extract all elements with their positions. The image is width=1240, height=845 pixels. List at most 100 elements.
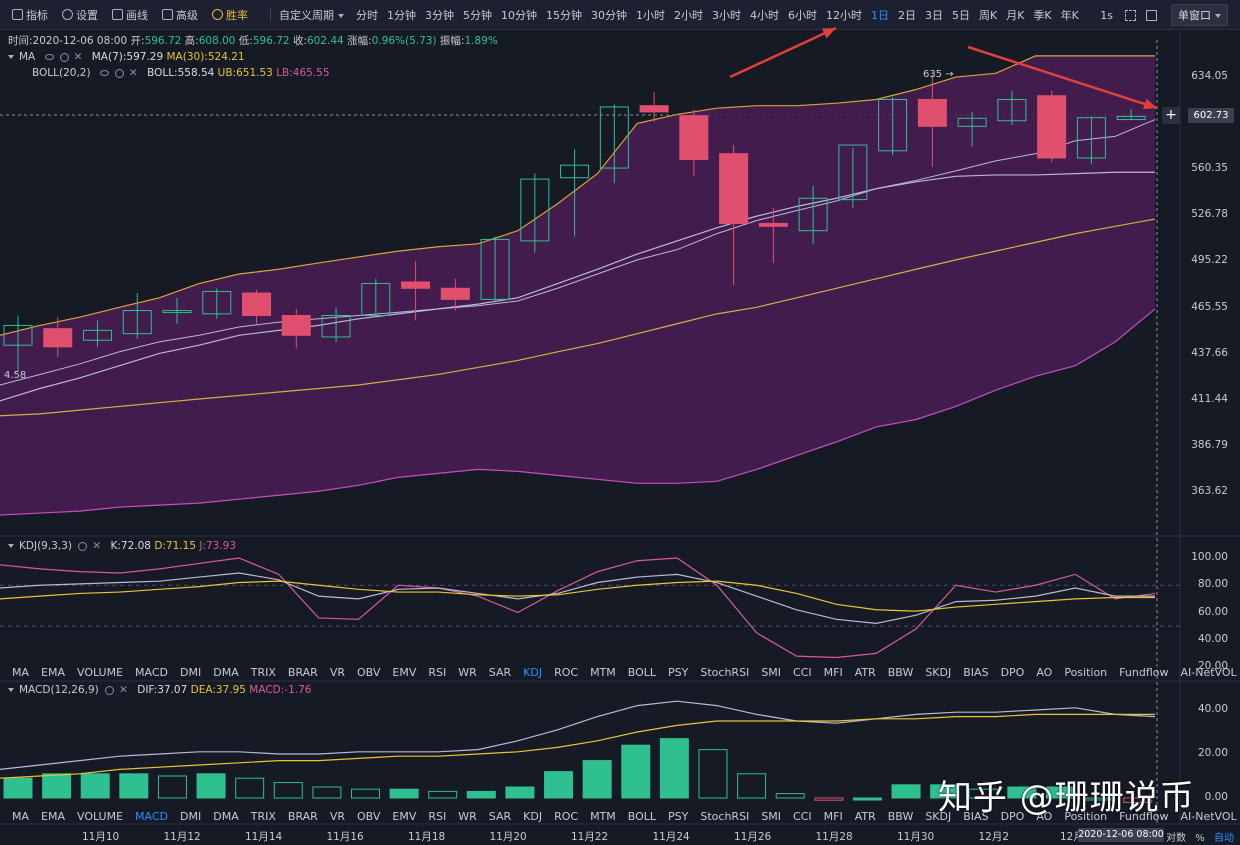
indicator-tab-kdj[interactable]: KDJ bbox=[523, 666, 542, 679]
indicator-tab-stochrsi[interactable]: StochRSI bbox=[700, 666, 749, 679]
add-alert-button[interactable]: + bbox=[1162, 107, 1180, 124]
close-icon[interactable]: ✕ bbox=[129, 67, 138, 79]
kdj-tick-label: 100.00 bbox=[1191, 551, 1228, 563]
indicator-tab-dma[interactable]: DMA bbox=[213, 810, 239, 823]
indicator-tab-macd[interactable]: MACD bbox=[135, 666, 168, 679]
indicator-tab-dpo[interactable]: DPO bbox=[1001, 666, 1025, 679]
percent-toggle[interactable]: % bbox=[1195, 833, 1205, 844]
candle-body bbox=[361, 283, 391, 317]
indicator-tab-wr[interactable]: WR bbox=[458, 810, 477, 823]
indicator-tab-sar[interactable]: SAR bbox=[489, 666, 511, 679]
gear-icon[interactable] bbox=[114, 68, 124, 78]
indicator-tab-vr[interactable]: VR bbox=[330, 666, 345, 679]
indicator-tab-smi[interactable]: SMI bbox=[761, 666, 781, 679]
date-tick-label: 11月16 bbox=[326, 831, 364, 843]
indicator-tab-obv[interactable]: OBV bbox=[357, 666, 380, 679]
indicator-tab-ma[interactable]: MA bbox=[12, 666, 29, 679]
candle-body bbox=[878, 98, 908, 152]
indicator-tab-volume[interactable]: VOLUME bbox=[77, 666, 123, 679]
indicator-tab-atr[interactable]: ATR bbox=[855, 666, 876, 679]
indicator-tab-mfi[interactable]: MFI bbox=[824, 666, 843, 679]
indicator-tab-emv[interactable]: EMV bbox=[392, 666, 416, 679]
indicator-tab-volume[interactable]: VOLUME bbox=[77, 810, 123, 823]
indicator-tab-trix[interactable]: TRIX bbox=[251, 810, 276, 823]
macd-tick-label: 20.00 bbox=[1197, 747, 1228, 759]
indicator-tab-atr[interactable]: ATR bbox=[855, 810, 876, 823]
indicator-tab-ema[interactable]: EMA bbox=[41, 666, 65, 679]
candle-body bbox=[758, 222, 788, 227]
indicator-tab-sar[interactable]: SAR bbox=[489, 810, 511, 823]
auto-scale-toggle[interactable]: 自动 bbox=[1214, 833, 1234, 844]
indicator-tab-mtm[interactable]: MTM bbox=[590, 666, 616, 679]
indicator-tab-stochrsi[interactable]: StochRSI bbox=[700, 810, 749, 823]
close-icon[interactable]: ✕ bbox=[74, 51, 83, 63]
indicator-tab-bias[interactable]: BIAS bbox=[963, 666, 988, 679]
indicator-tab-position[interactable]: Position bbox=[1064, 666, 1107, 679]
macd-tick-label: 40.00 bbox=[1197, 703, 1228, 715]
indicator-tab-vr[interactable]: VR bbox=[330, 810, 345, 823]
gear-icon[interactable] bbox=[59, 52, 69, 62]
indicator-tab-ao[interactable]: AO bbox=[1036, 666, 1052, 679]
candle-body bbox=[1037, 95, 1067, 159]
indicator-tab-psy[interactable]: PSY bbox=[668, 810, 688, 823]
macd-histogram-bar bbox=[505, 786, 535, 799]
candle-body bbox=[1116, 115, 1146, 121]
indicator-tab-emv[interactable]: EMV bbox=[392, 810, 416, 823]
macd-histogram-bar bbox=[852, 797, 882, 801]
macd-histogram-bar bbox=[350, 788, 380, 799]
indicator-tab-rsi[interactable]: RSI bbox=[428, 666, 446, 679]
ma-legend: MA ✕ MA(7):597.29 MA(30):524.21 bbox=[8, 51, 245, 63]
indicator-tab-wr[interactable]: WR bbox=[458, 666, 477, 679]
indicator-tab-ma[interactable]: MA bbox=[12, 810, 29, 823]
macd-histogram-bar bbox=[428, 790, 458, 799]
indicator-tab-fundflow[interactable]: Fundflow bbox=[1119, 666, 1168, 679]
kdj-tick-label: 20.00 bbox=[1197, 660, 1228, 672]
indicator-tab-brar[interactable]: BRAR bbox=[288, 810, 318, 823]
indicator-tab-kdj[interactable]: KDJ bbox=[523, 810, 542, 823]
indicator-tab-boll[interactable]: BOLL bbox=[628, 666, 656, 679]
macd-tick-label: 0.00 bbox=[1204, 791, 1228, 803]
collapse-icon[interactable] bbox=[8, 544, 14, 548]
macd-legend: MACD(12,26,9) ✕ DIF:37.07 DEA:37.95 MACD… bbox=[8, 684, 311, 696]
price-tick-label: 465.55 bbox=[1191, 301, 1228, 313]
indicator-tab-boll[interactable]: BOLL bbox=[628, 810, 656, 823]
price-tick-label: 386.79 bbox=[1191, 439, 1228, 451]
indicator-tab-ema[interactable]: EMA bbox=[41, 810, 65, 823]
collapse-icon[interactable] bbox=[8, 55, 14, 59]
indicator-tab-skdj[interactable]: SKDJ bbox=[925, 666, 951, 679]
indicator-tab-dmi[interactable]: DMI bbox=[180, 810, 201, 823]
eye-icon[interactable] bbox=[44, 54, 54, 60]
indicator-tab-smi[interactable]: SMI bbox=[761, 810, 781, 823]
indicator-tab-macd[interactable]: MACD bbox=[135, 810, 168, 823]
indicator-tab-mtm[interactable]: MTM bbox=[590, 810, 616, 823]
eye-icon[interactable] bbox=[99, 70, 109, 76]
indicator-tab-rsi[interactable]: RSI bbox=[428, 810, 446, 823]
close-icon[interactable]: ✕ bbox=[92, 540, 101, 552]
indicator-tab-roc[interactable]: ROC bbox=[554, 666, 578, 679]
date-tick-label: 11月12 bbox=[163, 831, 201, 843]
indicator-tab-brar[interactable]: BRAR bbox=[288, 666, 318, 679]
candle-body bbox=[440, 287, 470, 300]
axis-mode-controls: 对数 % 自动 bbox=[1166, 829, 1234, 844]
indicator-tab-psy[interactable]: PSY bbox=[668, 666, 688, 679]
gear-icon[interactable] bbox=[105, 685, 115, 695]
indicator-tab-bbw[interactable]: BBW bbox=[888, 666, 914, 679]
candle-body bbox=[679, 115, 709, 160]
gear-icon[interactable] bbox=[78, 541, 88, 551]
indicator-tab-trix[interactable]: TRIX bbox=[251, 666, 276, 679]
indicator-tab-mfi[interactable]: MFI bbox=[824, 810, 843, 823]
indicator-tab-cci[interactable]: CCI bbox=[793, 810, 812, 823]
chart-canvas[interactable] bbox=[0, 0, 1240, 845]
indicator-tab-dma[interactable]: DMA bbox=[213, 666, 239, 679]
indicator-tab-dmi[interactable]: DMI bbox=[180, 666, 201, 679]
kdj-legend: KDJ(9,3,3) ✕ K:72.08 D:71.15 J:73.93 bbox=[8, 540, 236, 552]
indicator-tab-cci[interactable]: CCI bbox=[793, 666, 812, 679]
indicator-tab-bbw[interactable]: BBW bbox=[888, 810, 914, 823]
indicator-tab-roc[interactable]: ROC bbox=[554, 810, 578, 823]
log-scale-toggle[interactable]: 对数 bbox=[1166, 833, 1186, 844]
close-icon[interactable]: ✕ bbox=[119, 684, 128, 696]
candle-body bbox=[202, 290, 232, 315]
macd-histogram-bar bbox=[119, 773, 149, 799]
collapse-icon[interactable] bbox=[8, 688, 14, 692]
indicator-tab-obv[interactable]: OBV bbox=[357, 810, 380, 823]
